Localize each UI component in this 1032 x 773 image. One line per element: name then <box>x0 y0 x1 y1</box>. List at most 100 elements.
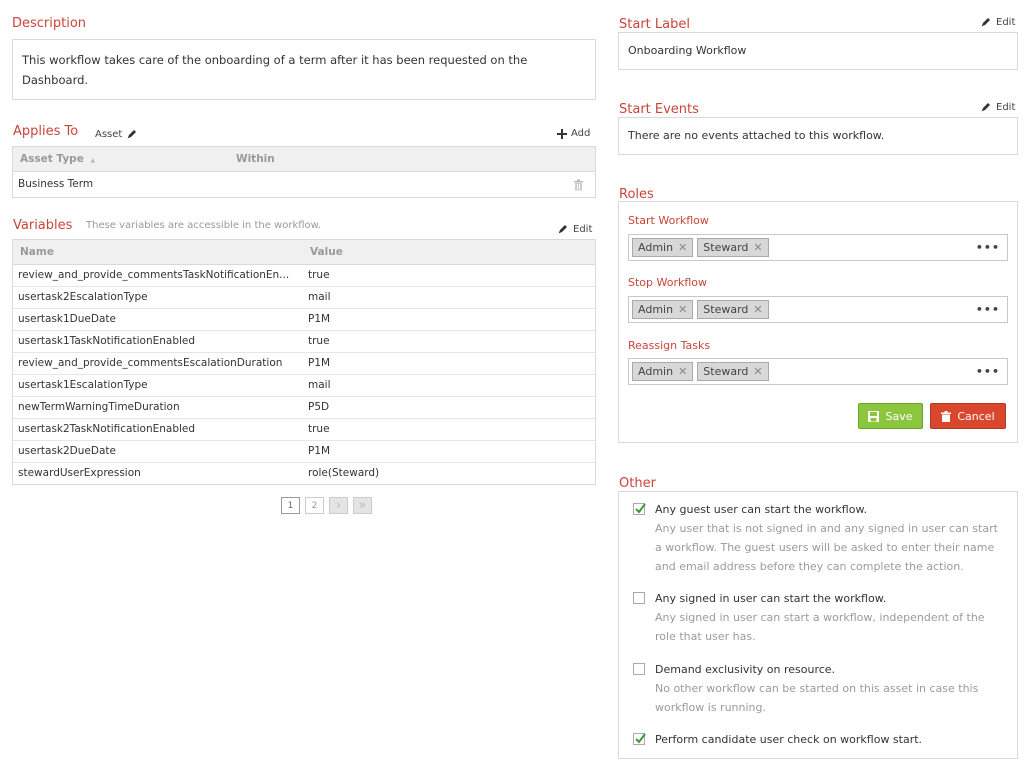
description-title: Description <box>12 16 87 31</box>
candidate-user-check-checkbox[interactable] <box>633 733 646 745</box>
column-header-within: Within <box>229 147 595 172</box>
roles-title: Roles <box>619 187 654 202</box>
more-options-icon[interactable]: ••• <box>976 241 1000 254</box>
cancel-button[interactable]: Cancel <box>930 403 1006 429</box>
more-options-icon[interactable]: ••• <box>976 365 1000 378</box>
stop-workflow-roles-field[interactable]: Admin ✕ Steward ✕ ••• <box>628 296 1008 323</box>
variable-value: true <box>303 264 595 287</box>
save-button[interactable]: Save <box>858 403 923 429</box>
table-row: review_and_provide_commentsTaskNotificat… <box>13 264 595 287</box>
pagination: 1 2 › » <box>281 497 372 514</box>
start-label-edit-button[interactable]: Edit <box>980 16 1015 28</box>
variable-value: mail <box>303 374 595 397</box>
role-group-label-start-workflow: Start Workflow <box>628 214 709 227</box>
pencil-icon <box>127 130 137 139</box>
variable-value: true <box>303 330 595 353</box>
start-events-value: There are no events attached to this wor… <box>628 129 885 142</box>
applies-to-title: Applies To <box>13 124 79 139</box>
signed-in-user-checkbox[interactable] <box>633 592 645 604</box>
variable-name: review_and_provide_commentsTaskNotificat… <box>13 264 303 287</box>
variable-name: usertask2TaskNotificationEnabled <box>13 418 303 441</box>
variable-value: role(Steward) <box>308 467 380 480</box>
description-box: This workflow takes care of the onboardi… <box>12 39 596 100</box>
variable-value: true <box>303 418 595 441</box>
description-text: This workflow takes care of the onboardi… <box>22 53 528 87</box>
role-group-label-stop-workflow: Stop Workflow <box>628 276 708 289</box>
sort-asc-icon: ▲ <box>90 156 96 164</box>
more-options-icon[interactable]: ••• <box>976 303 1000 316</box>
remove-tag-icon[interactable]: ✕ <box>678 303 687 316</box>
start-events-box: There are no events attached to this wor… <box>618 117 1018 155</box>
pencil-icon <box>981 103 990 112</box>
variable-name: review_and_provide_commentsEscalationDur… <box>13 352 303 375</box>
floppy-disk-icon <box>868 410 880 422</box>
column-header-name: Name <box>13 240 303 265</box>
variable-value: P5D <box>303 396 595 419</box>
add-label: Add <box>571 128 591 139</box>
page-1-button[interactable]: 1 <box>281 497 300 514</box>
variable-name: usertask2EscalationType <box>13 286 303 309</box>
variables-edit-button[interactable]: Edit <box>557 223 592 235</box>
remove-tag-icon[interactable]: ✕ <box>678 241 687 254</box>
variable-value: P1M <box>303 352 595 375</box>
plus-icon <box>557 128 567 139</box>
variable-name: newTermWarningTimeDuration <box>13 396 303 419</box>
variable-name: usertask1EscalationType <box>13 374 303 397</box>
remove-tag-icon[interactable]: ✕ <box>678 365 687 378</box>
applies-to-table: Asset Type ▲ Within Business Term <box>12 146 596 198</box>
role-tag-admin: Admin ✕ <box>632 238 694 257</box>
variable-value: mail <box>303 286 595 309</box>
variable-name: usertask1TaskNotificationEnabled <box>13 330 303 353</box>
variable-name: usertask1DueDate <box>13 308 303 331</box>
reassign-tasks-roles-field[interactable]: Admin ✕ Steward ✕ ••• <box>628 358 1008 385</box>
role-tag-admin: Admin ✕ <box>632 362 694 381</box>
asset-edit[interactable]: Asset <box>95 128 138 140</box>
trash-icon <box>941 410 952 422</box>
asset-type-cell: Business Term <box>18 178 94 191</box>
demand-exclusivity-checkbox[interactable] <box>633 663 645 675</box>
table-row: stewardUserExpression role(Steward) <box>13 462 595 484</box>
column-header-asset-type[interactable]: Asset Type ▲ <box>13 147 229 172</box>
pencil-icon <box>981 18 990 27</box>
page-2-button[interactable]: 2 <box>305 497 324 514</box>
other-title: Other <box>619 476 656 491</box>
add-asset-type-button[interactable]: Add <box>557 128 590 139</box>
check-icon <box>635 503 646 514</box>
guest-user-checkbox[interactable] <box>633 503 646 515</box>
role-tag-steward: Steward ✕ <box>697 362 769 381</box>
remove-tag-icon[interactable]: ✕ <box>753 365 762 378</box>
column-header-value: Value <box>303 240 595 265</box>
table-row: newTermWarningTimeDuration P5D <box>13 396 595 419</box>
variables-title: Variables <box>13 218 73 233</box>
roles-box: Start Workflow Admin ✕ Steward ✕ ••• Stop … <box>618 201 1018 443</box>
trash-icon[interactable] <box>573 179 584 191</box>
table-row: usertask2EscalationType mail <box>13 286 595 309</box>
table-row: usertask1DueDate P1M <box>13 308 595 331</box>
remove-tag-icon[interactable]: ✕ <box>753 303 762 316</box>
variable-name: usertask2DueDate <box>13 440 303 463</box>
next-page-button[interactable]: › <box>329 497 348 514</box>
last-page-button[interactable]: » <box>353 497 372 514</box>
variables-hint: These variables are accessible in the wo… <box>86 220 322 231</box>
start-label-box: Onboarding Workflow <box>618 32 1018 70</box>
variables-table: Name Value review_and_provide_commentsTa… <box>12 239 596 485</box>
table-row: usertask1EscalationType mail <box>13 374 595 397</box>
start-events-edit-button[interactable]: Edit <box>980 101 1015 113</box>
role-tag-steward: Steward ✕ <box>697 300 769 319</box>
within-cell <box>229 171 595 197</box>
table-row: review_and_provide_commentsEscalationDur… <box>13 352 595 375</box>
variable-name: stewardUserExpression <box>18 467 141 480</box>
check-icon <box>635 733 646 744</box>
asset-label: Asset <box>95 128 123 140</box>
start-label-title: Start Label <box>619 17 690 32</box>
variable-value: P1M <box>303 308 595 331</box>
remove-tag-icon[interactable]: ✕ <box>753 241 762 254</box>
pencil-icon <box>558 225 567 234</box>
role-tag-admin: Admin ✕ <box>632 300 694 319</box>
start-events-title: Start Events <box>619 102 699 117</box>
role-group-label-reassign-tasks: Reassign Tasks <box>628 339 711 352</box>
table-row: usertask1TaskNotificationEnabled true <box>13 330 595 353</box>
table-row: usertask2TaskNotificationEnabled true <box>13 418 595 441</box>
start-workflow-roles-field[interactable]: Admin ✕ Steward ✕ ••• <box>628 234 1008 261</box>
start-label-value: Onboarding Workflow <box>628 44 747 57</box>
